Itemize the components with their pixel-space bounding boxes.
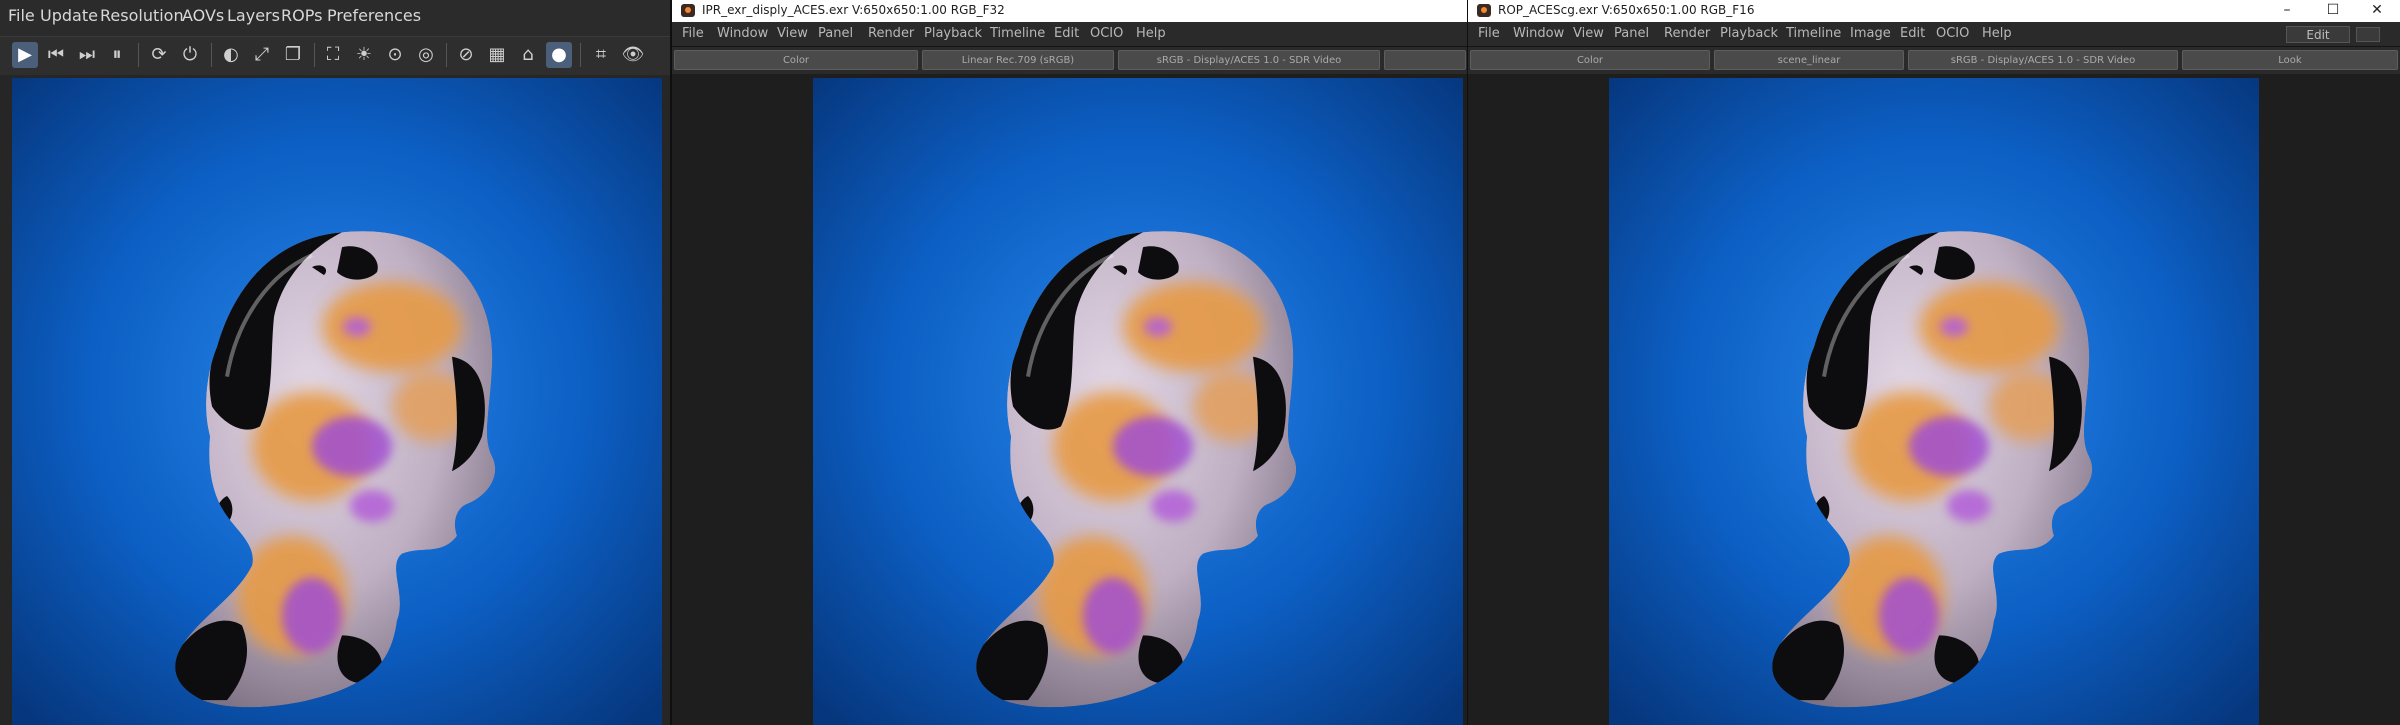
menu-dots-icon[interactable]: ⊙ [382, 42, 408, 68]
menu-playback[interactable]: Playback [924, 26, 982, 41]
ocio-display-view-menu[interactable]: sRGB - Display/ACES 1.0 - SDR Video [1908, 50, 2178, 70]
menu-render[interactable]: Render [1664, 26, 1710, 41]
menu-timeline[interactable]: Timeline [1786, 26, 1841, 41]
menu-preferences[interactable]: Preferences [327, 6, 421, 25]
mplay-menu-bar: File Window View Panel Render Playback T… [1468, 22, 2400, 47]
ipr-render-viewport[interactable] [12, 78, 662, 725]
menu-panel[interactable]: Panel [1614, 26, 1649, 41]
window-title: ROP_ACEScg.exr V:650x650:1.00 RGB_F16 [1498, 3, 1755, 17]
ocio-colorspace-menu[interactable]: Linear Rec.709 (sRGB) [922, 50, 1114, 70]
pause-icon[interactable]: ⏸ [104, 42, 130, 68]
menu-ocio[interactable]: OCIO [1090, 26, 1123, 41]
menu-help[interactable]: Help [1982, 26, 2012, 41]
menu-ocio[interactable]: OCIO [1936, 26, 1969, 41]
refresh-icon[interactable]: ⟳ [146, 42, 172, 68]
menu-window[interactable]: Window [1513, 26, 1564, 41]
ipr-toolbar: ▶ ⏮ ⏭ ⏸ ⟳ ⏻ ◐ ⤢ ❐ ⛶ ☀ ⊙ ◎ ⊘ ▦ ⌂ ● ⌗ 👁 [0, 36, 672, 75]
eye-icon[interactable]: 👁 [620, 42, 646, 68]
step-back-icon[interactable]: ⏮ [43, 42, 69, 68]
toolbar-divider [580, 43, 581, 67]
mplay-app-icon [1477, 4, 1491, 17]
edit-button[interactable]: Edit [2286, 26, 2350, 43]
snapshot-icon[interactable]: ❐ [280, 42, 306, 68]
ocio-colorspace-menu[interactable]: scene_linear [1714, 50, 1904, 70]
toolbar-divider [138, 43, 139, 67]
window-titlebar[interactable]: IPR_exr_disply_ACES.exr V:650x650:1.00 R… [672, 0, 1468, 22]
exposure-icon[interactable]: ☀ [351, 42, 377, 68]
mplay-window-ipr: IPR_exr_disply_ACES.exr V:650x650:1.00 R… [672, 0, 1468, 725]
fit-frame-icon[interactable]: ⤢ [249, 42, 275, 68]
menu-view[interactable]: View [777, 26, 808, 41]
render-play-icon[interactable]: ▶ [12, 42, 38, 68]
ocio-toolbar: Color scene_linear sRGB - Display/ACES 1… [1468, 47, 2400, 74]
ocio-color-button[interactable]: Color [674, 50, 918, 70]
menu-file[interactable]: File [1478, 26, 1500, 41]
menu-edit[interactable]: Edit [1900, 26, 1925, 41]
close-button[interactable]: ✕ [2354, 0, 2400, 22]
menu-playback[interactable]: Playback [1720, 26, 1778, 41]
region-select-icon[interactable]: ⛶ [320, 42, 346, 68]
mplay-app-icon [681, 4, 695, 17]
menu-file[interactable]: File [682, 26, 704, 41]
ocio-color-button[interactable]: Color [1470, 50, 1710, 70]
ocio-look-menu[interactable]: Look [2182, 50, 2398, 70]
window-title: IPR_exr_disply_ACES.exr V:650x650:1.00 R… [702, 3, 1005, 17]
step-forward-icon[interactable]: ⏭ [74, 42, 100, 68]
power-icon[interactable]: ⏻ [177, 42, 203, 68]
menu-help[interactable]: Help [1136, 26, 1166, 41]
maximize-button[interactable]: ☐ [2310, 0, 2356, 22]
toolbar-divider [211, 43, 212, 67]
mplay-render-viewport[interactable] [1609, 78, 2259, 725]
menu-timeline[interactable]: Timeline [990, 26, 1045, 41]
toolbar-divider [446, 43, 447, 67]
display-mode-icon[interactable]: ● [546, 42, 572, 68]
ocio-look-menu[interactable] [1384, 50, 1466, 70]
menu-update[interactable]: Update [40, 6, 98, 25]
target-icon[interactable]: ◎ [413, 42, 439, 68]
menu-window[interactable]: Window [717, 26, 768, 41]
window-titlebar[interactable]: ROP_ACEScg.exr V:650x650:1.00 RGB_F16 – … [1468, 0, 2400, 22]
ipr-viewer-pane: File Update Resolution AOVs Layers ROPs … [0, 0, 672, 725]
toolbar-divider [314, 43, 315, 67]
menu-layers[interactable]: Layers [227, 6, 280, 25]
menu-edit[interactable]: Edit [1054, 26, 1079, 41]
grid-icon[interactable]: ▦ [484, 42, 510, 68]
menu-render[interactable]: Render [868, 26, 914, 41]
home-icon[interactable]: ⌂ [515, 42, 541, 68]
ocio-toolbar: Color Linear Rec.709 (sRGB) sRGB - Displ… [672, 47, 1468, 74]
menu-aovs[interactable]: AOVs [182, 6, 224, 25]
reset-icon[interactable]: ⊘ [453, 42, 479, 68]
mplay-menu-bar: File Window View Panel Render Playback T… [672, 22, 1468, 47]
mplay-render-viewport[interactable] [813, 78, 1463, 725]
contrast-icon[interactable]: ◐ [218, 42, 244, 68]
ocio-display-view-menu[interactable]: sRGB - Display/ACES 1.0 - SDR Video [1118, 50, 1380, 70]
menu-image[interactable]: Image [1850, 26, 1891, 41]
ipr-menu-bar: File Update Resolution AOVs Layers ROPs … [0, 0, 672, 36]
menu-panel[interactable]: Panel [818, 26, 853, 41]
crop-icon[interactable]: ⌗ [588, 42, 614, 68]
menu-resolution[interactable]: Resolution [100, 6, 184, 25]
mplay-window-rop: ROP_ACEScg.exr V:650x650:1.00 RGB_F16 – … [1468, 0, 2400, 725]
minimize-button[interactable]: – [2264, 0, 2310, 22]
layout-toggle-button[interactable] [2356, 27, 2380, 42]
menu-file[interactable]: File [8, 6, 35, 25]
menu-view[interactable]: View [1573, 26, 1604, 41]
menu-rops[interactable]: ROPs [281, 6, 322, 25]
